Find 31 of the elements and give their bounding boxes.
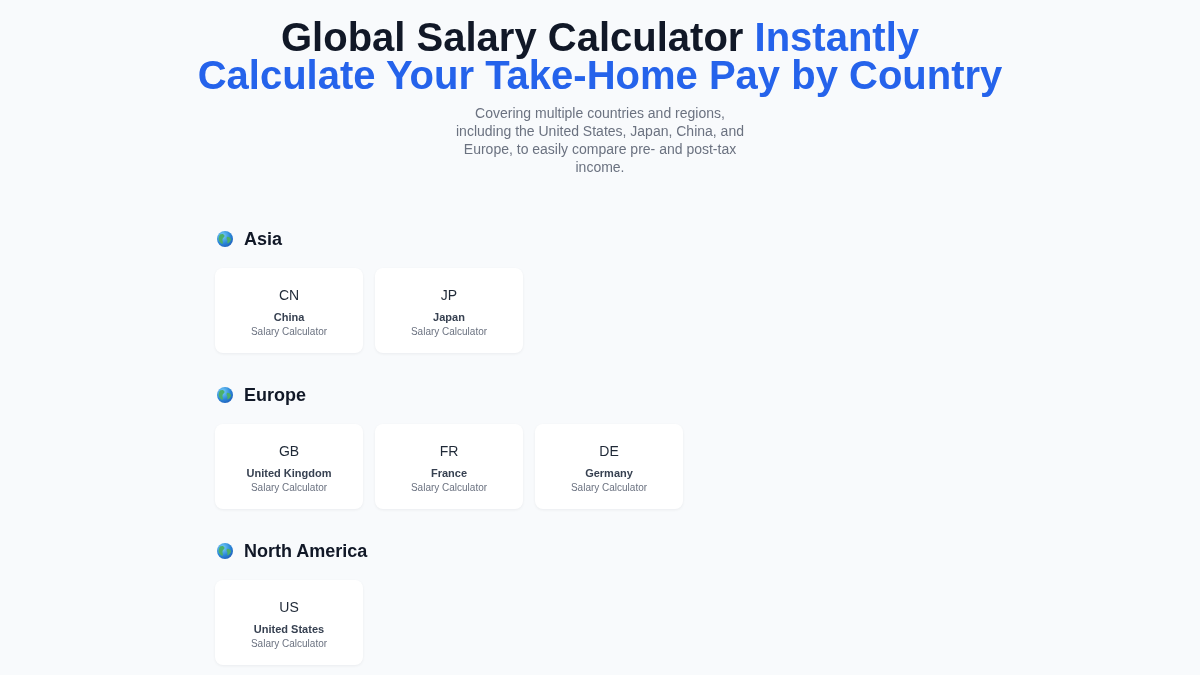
card-label: Salary Calculator [410, 481, 488, 495]
card-label: Salary Calculator [250, 637, 328, 651]
page-subtitle: Covering multiple countries and regions, including the United States, Japan, China, and Europe, to easily compare pre- and post-tax income. [455, 104, 745, 176]
country-code: GB [278, 442, 300, 460]
country-name: China [273, 310, 305, 324]
country-name: Germany [585, 466, 633, 480]
card-label: Salary Calculator [570, 481, 648, 495]
country-name: United States [253, 622, 325, 636]
region-heading: North America [244, 540, 368, 563]
globe-icon [217, 543, 233, 559]
country-name: France [430, 466, 468, 480]
country-code: JP [440, 286, 458, 304]
country-card[interactable]: US United States Salary Calculator [215, 580, 363, 665]
country-card[interactable]: CN China Salary Calculator [215, 268, 363, 353]
globe-icon [217, 231, 233, 247]
country-code: CN [278, 286, 300, 304]
card-label: Salary Calculator [250, 325, 328, 339]
country-card[interactable]: FR France Salary Calculator [375, 424, 523, 509]
country-name: Japan [433, 310, 465, 324]
country-code: US [279, 598, 299, 616]
country-card[interactable]: DE Germany Salary Calculator [535, 424, 683, 509]
globe-icon [217, 387, 233, 403]
country-code: DE [599, 442, 619, 460]
card-label: Salary Calculator [250, 481, 328, 495]
country-card[interactable]: GB United Kingdom Salary Calculator [215, 424, 363, 509]
region-heading: Asia [244, 228, 283, 251]
card-label: Salary Calculator [410, 325, 488, 339]
region-heading: Europe [244, 384, 306, 407]
country-name: United Kingdom [246, 466, 332, 480]
country-card[interactable]: JP Japan Salary Calculator [375, 268, 523, 353]
country-code: FR [439, 442, 459, 460]
